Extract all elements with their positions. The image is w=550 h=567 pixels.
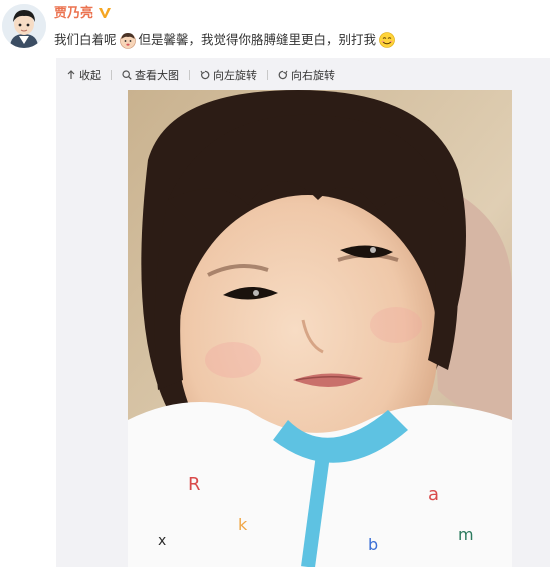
- view-large-label: 查看大图: [135, 69, 179, 82]
- user-avatar[interactable]: [2, 4, 46, 48]
- svg-text:a: a: [428, 484, 439, 505]
- media-expanded-box: 收起 查看大图 向左旋转 向右旋转 R k a m b x: [56, 58, 550, 567]
- svg-text:x: x: [158, 533, 166, 549]
- post-text-part2: 但是馨馨，我觉得你胳膊缝里更白，别打我: [138, 32, 377, 47]
- post-photo[interactable]: R k a m b x: [128, 90, 512, 567]
- toolbar-divider: [111, 70, 112, 80]
- rotate-left-icon: [200, 70, 210, 80]
- rotate-right-label: 向右旋转: [291, 69, 335, 82]
- post-text-part1: 我们白着呢: [54, 32, 117, 47]
- verified-v-icon[interactable]: [98, 6, 112, 20]
- svg-text:m: m: [458, 525, 474, 544]
- shy-smile-emoji-icon: [379, 32, 395, 48]
- rotate-left-button[interactable]: 向左旋转: [200, 67, 257, 83]
- svg-text:k: k: [238, 515, 248, 534]
- view-large-button[interactable]: 查看大图: [122, 67, 179, 83]
- collapse-button[interactable]: 收起: [66, 67, 101, 83]
- collapse-label: 收起: [79, 69, 101, 82]
- media-toolbar: 收起 查看大图 向左旋转 向右旋转: [66, 66, 345, 84]
- username-link[interactable]: 贾乃亮: [54, 6, 93, 22]
- arrow-up-icon: [67, 70, 75, 79]
- baby-face-emoji-icon: [119, 33, 136, 49]
- rotate-right-button[interactable]: 向右旋转: [278, 67, 335, 83]
- child-selfie-photo: R k a m b x: [128, 90, 512, 567]
- rotate-left-label: 向左旋转: [213, 69, 257, 82]
- search-icon: [122, 70, 132, 80]
- toolbar-divider: [267, 70, 268, 80]
- svg-text:R: R: [188, 474, 201, 495]
- svg-text:b: b: [368, 535, 378, 554]
- toolbar-divider: [189, 70, 190, 80]
- post-text: 我们白着呢 但是馨馨，我觉得你胳膊缝里更白，别打我: [54, 30, 398, 50]
- cartoon-avatar-icon: [2, 4, 46, 48]
- rotate-right-icon: [278, 70, 288, 80]
